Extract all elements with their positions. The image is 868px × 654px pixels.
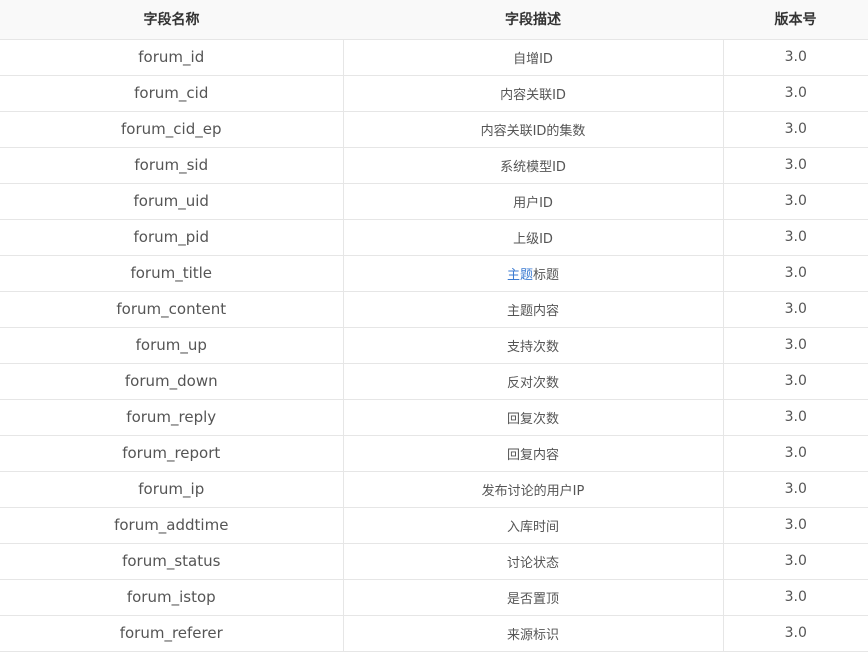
- field-description-cell: 回复内容: [343, 435, 724, 472]
- header-field-description: 字段描述: [343, 0, 723, 40]
- version-cell: 3.0: [723, 147, 868, 184]
- field-description-cell: 来源标识: [343, 615, 724, 652]
- version-cell: 3.0: [723, 219, 868, 256]
- table-row: forum_referer 来源标识 3.0: [0, 615, 868, 652]
- header-field-name: 字段名称: [0, 0, 343, 40]
- version-cell: 3.0: [723, 435, 868, 472]
- version-cell: 3.0: [723, 111, 868, 148]
- version-cell: 3.0: [723, 579, 868, 616]
- version-cell: 3.0: [723, 399, 868, 436]
- table-row: forum_content 主题内容 3.0: [0, 291, 868, 328]
- header-version: 版本号: [723, 0, 868, 40]
- field-name-cell: forum_pid: [0, 219, 344, 256]
- field-description-cell: 主题标题: [343, 255, 724, 292]
- table-row: forum_cid 内容关联ID 3.0: [0, 75, 868, 112]
- field-description-cell: 入库时间: [343, 507, 724, 544]
- field-name-cell: forum_content: [0, 291, 344, 328]
- field-name-cell: forum_up: [0, 327, 344, 364]
- table-row: forum_reply 回复次数 3.0: [0, 399, 868, 436]
- version-cell: 3.0: [723, 615, 868, 652]
- table-row: forum_pid 上级ID 3.0: [0, 219, 868, 256]
- field-description-cell: 是否置顶: [343, 579, 724, 616]
- table-row: forum_up 支持次数 3.0: [0, 327, 868, 364]
- table-row: forum_uid 用户ID 3.0: [0, 183, 868, 220]
- table-header: 字段名称 字段描述 版本号: [0, 0, 868, 40]
- version-cell: 3.0: [723, 75, 868, 112]
- version-cell: 3.0: [723, 543, 868, 580]
- field-description-cell: 发布讨论的用户IP: [343, 471, 724, 508]
- field-description-cell: 回复次数: [343, 399, 724, 436]
- table-row: forum_report 回复内容 3.0: [0, 435, 868, 472]
- field-description-cell: 内容关联ID的集数: [343, 111, 724, 148]
- table-body: forum_id 自增ID 3.0 forum_cid 内容关联ID 3.0 forum_c…: [0, 39, 868, 652]
- table-row: forum_down 反对次数 3.0: [0, 363, 868, 400]
- version-cell: 3.0: [723, 507, 868, 544]
- field-description-cell: 系统模型ID: [343, 147, 724, 184]
- table-row: forum_status 讨论状态 3.0: [0, 543, 868, 580]
- field-description-cell: 支持次数: [343, 327, 724, 364]
- version-cell: 3.0: [723, 255, 868, 292]
- field-name-cell: forum_istop: [0, 579, 344, 616]
- field-name-cell: forum_sid: [0, 147, 344, 184]
- field-name-cell: forum_addtime: [0, 507, 344, 544]
- version-cell: 3.0: [723, 363, 868, 400]
- field-description-cell: 上级ID: [343, 219, 724, 256]
- header-row: 字段名称 字段描述 版本号: [0, 0, 868, 40]
- field-name-cell: forum_ip: [0, 471, 344, 508]
- table-row: forum_id 自增ID 3.0: [0, 39, 868, 76]
- version-cell: 3.0: [723, 471, 868, 508]
- field-description-cell: 讨论状态: [343, 543, 724, 580]
- description-link[interactable]: 主题: [507, 268, 533, 283]
- field-name-cell: forum_cid: [0, 75, 344, 112]
- table-row: forum_title 主题标题 3.0: [0, 255, 868, 292]
- description-text: 标题: [533, 267, 560, 283]
- version-cell: 3.0: [723, 183, 868, 220]
- field-description-cell: 用户ID: [343, 183, 724, 220]
- field-name-cell: forum_reply: [0, 399, 344, 436]
- version-cell: 3.0: [723, 39, 868, 76]
- table-row: forum_sid 系统模型ID 3.0: [0, 147, 868, 184]
- field-description-cell: 主题内容: [343, 291, 724, 328]
- field-name-cell: forum_down: [0, 363, 344, 400]
- field-description-cell: 自增ID: [343, 39, 724, 76]
- field-name-cell: forum_cid_ep: [0, 111, 344, 148]
- table-row: forum_addtime 入库时间 3.0: [0, 507, 868, 544]
- table-row: forum_cid_ep 内容关联ID的集数 3.0: [0, 111, 868, 148]
- fields-table: 字段名称 字段描述 版本号 forum_id 自增ID 3.0 forum_cid 内容…: [0, 0, 868, 652]
- field-description-cell: 反对次数: [343, 363, 724, 400]
- field-description-cell: 内容关联ID: [343, 75, 724, 112]
- field-name-cell: forum_title: [0, 255, 344, 292]
- table-row: forum_istop 是否置顶 3.0: [0, 579, 868, 616]
- field-name-cell: forum_referer: [0, 615, 344, 652]
- field-name-cell: forum_id: [0, 39, 344, 76]
- table-row: forum_ip 发布讨论的用户IP 3.0: [0, 471, 868, 508]
- field-name-cell: forum_report: [0, 435, 344, 472]
- version-cell: 3.0: [723, 327, 868, 364]
- version-cell: 3.0: [723, 291, 868, 328]
- field-name-cell: forum_uid: [0, 183, 344, 220]
- field-name-cell: forum_status: [0, 543, 344, 580]
